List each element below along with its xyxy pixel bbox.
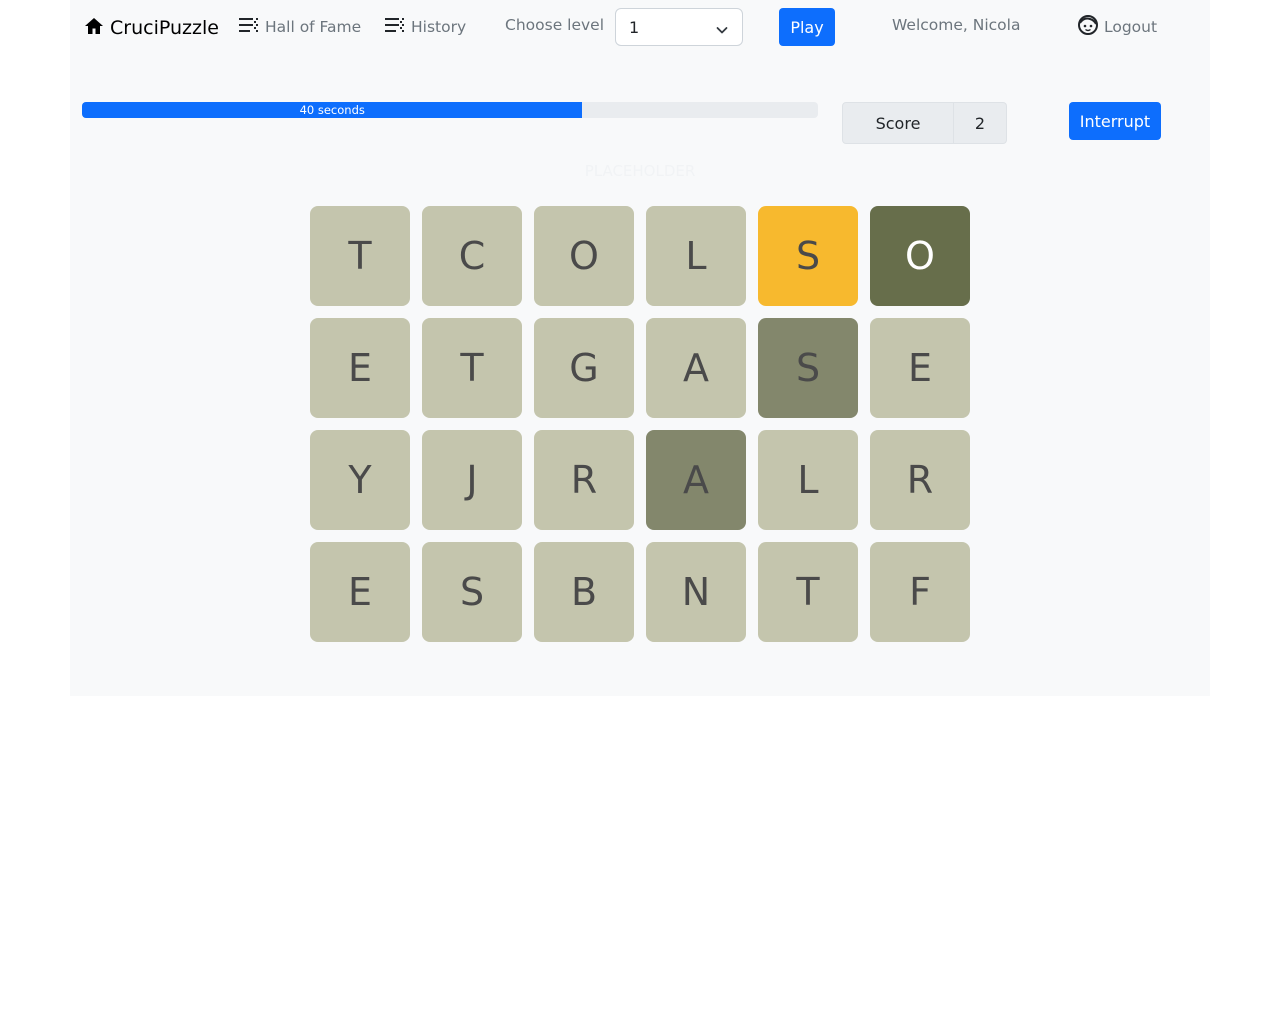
- nav-history[interactable]: History: [384, 14, 466, 40]
- letter-cell[interactable]: R: [534, 430, 634, 530]
- score-label: Score: [842, 102, 954, 144]
- letter-cell[interactable]: S: [758, 206, 858, 306]
- letter-cell[interactable]: S: [758, 318, 858, 418]
- nav-history-label: History: [411, 18, 467, 36]
- timer-text: 40 seconds: [299, 103, 365, 117]
- letter-cell[interactable]: L: [646, 206, 746, 306]
- letter-cell[interactable]: J: [422, 430, 522, 530]
- letter-cell[interactable]: T: [758, 542, 858, 642]
- brand-title: CruciPuzzle: [110, 17, 219, 39]
- letter-cell[interactable]: T: [422, 318, 522, 418]
- word-placeholder: PLACEHOLDER: [584, 162, 696, 180]
- letter-cell[interactable]: E: [310, 542, 410, 642]
- interrupt-button[interactable]: Interrupt: [1069, 102, 1161, 140]
- nav-hall-of-fame[interactable]: Hall of Fame: [238, 14, 361, 40]
- letter-cell[interactable]: O: [870, 206, 970, 306]
- list-icon: [384, 14, 406, 40]
- logout-label: Logout: [1104, 18, 1158, 36]
- brand-link[interactable]: CruciPuzzle: [84, 14, 219, 42]
- timer-progress: 40 seconds: [82, 102, 818, 118]
- letter-cell[interactable]: S: [422, 542, 522, 642]
- letter-cell[interactable]: B: [534, 542, 634, 642]
- chevron-down-icon: [716, 21, 728, 34]
- nav-hall-of-fame-label: Hall of Fame: [265, 18, 362, 36]
- welcome-text: Welcome, Nicola: [892, 16, 1021, 34]
- timer-progress-bar: 40 seconds: [82, 102, 583, 118]
- letter-cell[interactable]: Y: [310, 430, 410, 530]
- letter-cell[interactable]: A: [646, 318, 746, 418]
- letter-cell[interactable]: E: [870, 318, 970, 418]
- letter-cell[interactable]: G: [534, 318, 634, 418]
- score-display: Score 2: [842, 102, 1007, 144]
- choose-level-label: Choose level: [505, 16, 605, 34]
- level-select-value: 1: [629, 17, 640, 37]
- score-value: 2: [954, 102, 1007, 144]
- play-button[interactable]: Play: [779, 8, 835, 46]
- list-icon: [238, 14, 260, 40]
- letter-cell[interactable]: C: [422, 206, 522, 306]
- letter-grid: TCOLSOETGASEYJRALRESBNTF: [310, 206, 970, 642]
- letter-cell[interactable]: A: [646, 430, 746, 530]
- letter-cell[interactable]: T: [310, 206, 410, 306]
- letter-cell[interactable]: L: [758, 430, 858, 530]
- letter-cell[interactable]: N: [646, 542, 746, 642]
- home-icon: [84, 16, 104, 41]
- user-face-icon: [1077, 14, 1099, 40]
- navbar: CruciPuzzle Hall of Fame History Choose …: [70, 0, 1210, 56]
- logout-link[interactable]: Logout: [1077, 14, 1157, 40]
- letter-cell[interactable]: F: [870, 542, 970, 642]
- app-container: CruciPuzzle Hall of Fame History Choose …: [70, 0, 1210, 696]
- letter-cell[interactable]: R: [870, 430, 970, 530]
- letter-cell[interactable]: E: [310, 318, 410, 418]
- letter-cell[interactable]: O: [534, 206, 634, 306]
- level-select[interactable]: 1: [615, 8, 743, 46]
